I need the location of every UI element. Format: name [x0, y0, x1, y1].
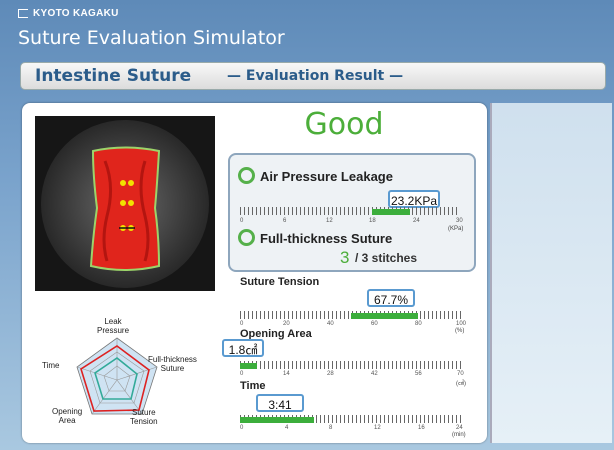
time-tick: 12: [374, 425, 381, 431]
full-thickness-total: / 3 stitches: [355, 251, 418, 265]
radar-label-full-thickness: Full-thickness Suture: [148, 355, 197, 373]
suture-tension-fill: [351, 313, 418, 319]
time-tick: 4: [285, 425, 289, 431]
side-panel: [490, 103, 612, 443]
opening-area-value: 1.8㎠: [222, 339, 264, 357]
suture-tension-tick: 40: [327, 321, 334, 327]
air-pressure-scale: [240, 207, 460, 215]
air-pressure-tick: 6: [283, 218, 287, 224]
time-fill: [240, 417, 314, 423]
suture-tension-tick: 100: [456, 321, 467, 327]
time-label: Time: [240, 380, 266, 392]
suture-tension-tick: 60: [371, 321, 378, 327]
suture-tension-unit: (%): [455, 328, 465, 334]
app-title: Suture Evaluation Simulator: [18, 27, 285, 49]
opening-area-unit: (㎠): [456, 381, 466, 387]
air-pressure-unit: (KPa): [448, 226, 464, 232]
opening-area-tick: 0: [240, 371, 244, 377]
pass-circle-icon: [238, 229, 255, 246]
air-pressure-tick: 0: [240, 218, 244, 224]
air-pressure-label: Air Pressure Leakage: [260, 169, 393, 184]
opening-area-fill: [240, 363, 257, 369]
radar-label-opening-area: Opening Area: [52, 407, 83, 425]
radar-label-time: Time: [42, 361, 60, 370]
opening-area-tick: 56: [415, 371, 422, 377]
leak-result-box: Air Pressure Leakage 23.2KPa 0 6 12 18 2…: [228, 153, 476, 272]
air-pressure-tick: 18: [369, 218, 376, 224]
suture-tension-label: Suture Tension: [240, 276, 320, 288]
header-subtitle: — Evaluation Result —: [227, 68, 404, 84]
full-thickness-count: 3: [340, 248, 350, 267]
radar-label-leak-pressure: Leak Pressure: [97, 317, 130, 335]
air-pressure-fill: [372, 209, 411, 215]
opening-area-tick: 14: [283, 371, 290, 377]
evaluation-grade: Good: [304, 107, 384, 142]
radar-label-suture-tension: Suture Tension: [130, 408, 158, 426]
opening-area-tick: 70: [457, 371, 464, 377]
result-panel: Leak Pressure Full-thickness Suture Sutu…: [22, 103, 487, 443]
opening-area-tick: 42: [371, 371, 378, 377]
result-header: Intestine Suture — Evaluation Result —: [20, 62, 606, 90]
time-value: 3:41: [256, 394, 304, 412]
opening-area-scale: [240, 361, 462, 369]
air-pressure-tick: 30: [456, 218, 463, 224]
header-main-title: Intestine Suture: [35, 66, 192, 86]
suture-tension-tick: 20: [283, 321, 290, 327]
suture-photo: [35, 116, 215, 291]
time-tick: 16: [418, 425, 425, 431]
air-pressure-tick: 24: [413, 218, 420, 224]
opening-area-tick: 28: [327, 371, 334, 377]
air-pressure-tick: 12: [326, 218, 333, 224]
time-tick: 24: [456, 425, 463, 431]
suture-tension-tick: 0: [240, 321, 244, 327]
suture-tension-tick: 80: [415, 321, 422, 327]
time-tick: 8: [329, 425, 333, 431]
brand: KYOTO KAGAKU: [18, 8, 119, 19]
pass-circle-icon: [238, 167, 255, 184]
full-thickness-label: Full-thickness Suture: [260, 231, 393, 246]
suture-tension-value: 67.7%: [367, 289, 415, 307]
kyoto-kagaku-logo-icon: [18, 9, 28, 18]
brand-text: KYOTO KAGAKU: [33, 8, 119, 19]
time-unit: (min): [452, 432, 466, 438]
time-tick: 0: [240, 425, 244, 431]
air-pressure-value: 23.2KPa: [388, 190, 440, 208]
